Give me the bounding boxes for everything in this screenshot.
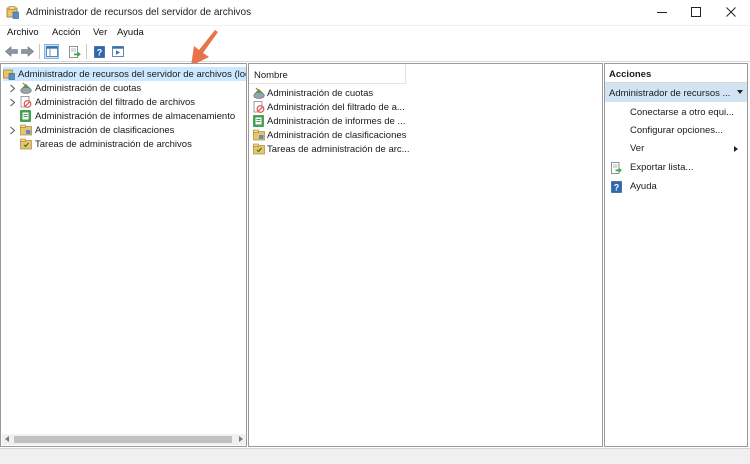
forward-button[interactable] <box>20 44 35 59</box>
minimize-icon <box>657 12 667 13</box>
toolbar-separator <box>39 44 40 59</box>
collapse-caret-icon <box>737 90 743 94</box>
close-button[interactable] <box>714 0 748 24</box>
actions-title: Acciones <box>605 64 747 83</box>
file-screen-icon <box>253 101 265 113</box>
list-item[interactable]: Administración de clasificaciones <box>253 128 406 142</box>
show-hide-console-tree-button[interactable] <box>44 44 59 59</box>
scroll-right-arrow-icon[interactable] <box>239 436 243 442</box>
action-view[interactable]: Ver <box>630 143 742 156</box>
tree-item-file-screen[interactable]: Administración del filtrado de archivos <box>20 95 195 109</box>
console-tree: Administrador de recursos del servidor d… <box>0 63 247 447</box>
toolbar: ? <box>0 41 750 62</box>
title-bar: Administrador de recursos del servidor d… <box>0 0 750 26</box>
file-server-icon <box>3 69 15 80</box>
action-pane-icon <box>111 46 124 57</box>
minimize-button[interactable] <box>645 0 679 24</box>
maximize-icon <box>691 7 701 17</box>
menu-bar: Archivo Acción Ver Ayuda <box>0 26 750 41</box>
forward-icon <box>21 46 34 57</box>
expand-chevron-icon[interactable] <box>9 126 16 135</box>
action-export-list[interactable]: Exportar lista... <box>630 162 693 175</box>
annotation-arrow-icon <box>191 30 218 66</box>
svg-text:?: ? <box>97 47 103 57</box>
storage-report-icon <box>20 110 31 122</box>
classification-icon <box>253 129 265 141</box>
menu-archivo[interactable]: Archivo <box>7 27 39 38</box>
menu-ayuda[interactable]: Ayuda <box>117 27 144 38</box>
export-list-icon <box>611 162 622 174</box>
actions-group-header[interactable]: Administrador de recursos ... <box>605 83 747 102</box>
tree-item-classification[interactable]: Administración de clasificaciones <box>20 123 174 137</box>
window-title: Administrador de recursos del servidor d… <box>26 7 252 18</box>
action-help[interactable]: Ayuda <box>630 181 657 194</box>
list-item[interactable]: Tareas de administración de arc... <box>253 142 410 156</box>
tree-item-storage-reports[interactable]: Administración de informes de almacenami… <box>20 109 235 123</box>
tree-item-label: Tareas de administración de archivos <box>35 138 192 150</box>
status-bar <box>0 448 750 464</box>
console-tree-icon <box>45 46 58 57</box>
list-item-label: Tareas de administración de arc... <box>267 143 410 155</box>
close-icon <box>726 7 736 17</box>
list-item-label: Administración de informes de ... <box>267 115 406 127</box>
help-icon: ? <box>611 181 622 193</box>
list-item[interactable]: Administración del filtrado de a... <box>253 100 405 114</box>
tree-item-file-tasks[interactable]: Tareas de administración de archivos <box>20 137 192 151</box>
expand-chevron-icon[interactable] <box>9 84 16 93</box>
list-item[interactable]: Administración de cuotas <box>253 86 373 100</box>
column-header-nombre[interactable]: Nombre <box>249 64 406 84</box>
expand-chevron-icon[interactable] <box>9 98 16 107</box>
tree-item-label: Administración de cuotas <box>35 82 142 94</box>
scroll-left-arrow-icon[interactable] <box>5 436 9 442</box>
action-view-label: Ver <box>630 143 645 154</box>
list-item-label: Administración de cuotas <box>267 87 374 99</box>
classification-icon <box>20 124 32 136</box>
file-server-app-icon <box>6 6 19 19</box>
actions-group-label: Administrador de recursos ... <box>609 88 731 99</box>
list-item-label: Administración de clasificaciones <box>267 129 407 141</box>
action-configure-options[interactable]: Configurar opciones... <box>630 125 723 138</box>
toolbar-separator <box>86 44 87 59</box>
action-pane-button[interactable] <box>110 44 125 59</box>
storage-report-icon <box>253 115 264 127</box>
list-item-label: Administración del filtrado de a... <box>267 101 405 113</box>
help-icon: ? <box>94 45 105 58</box>
file-tasks-icon <box>20 138 32 150</box>
tree-item-label: Administración de informes de almacenami… <box>35 110 236 122</box>
menu-ver[interactable]: Ver <box>93 27 107 38</box>
tree-item-quota[interactable]: Administración de cuotas <box>20 81 141 95</box>
export-list-icon <box>68 45 81 58</box>
svg-text:?: ? <box>614 183 620 193</box>
back-icon <box>5 46 18 57</box>
quota-icon <box>253 87 265 99</box>
tree-root-label: Administrador de recursos del servidor d… <box>18 68 247 80</box>
tree-root[interactable]: Administrador de recursos del servidor d… <box>3 67 247 81</box>
maximize-button[interactable] <box>679 0 713 24</box>
tree-horizontal-scrollbar[interactable] <box>2 434 246 445</box>
menu-accion[interactable]: Acción <box>52 27 81 38</box>
quota-icon <box>20 82 32 94</box>
list-item[interactable]: Administración de informes de ... <box>253 114 405 128</box>
submenu-arrow-icon <box>734 146 738 152</box>
back-button[interactable] <box>4 44 19 59</box>
file-screen-icon <box>20 96 32 108</box>
tree-item-label: Administración del filtrado de archivos <box>35 96 195 108</box>
tree-item-label: Administración de clasificaciones <box>35 124 175 136</box>
help-button[interactable]: ? <box>92 44 107 59</box>
actions-pane: Acciones Administrador de recursos ... C… <box>604 63 748 447</box>
action-connect-other-computer[interactable]: Conectarse a otro equi... <box>630 107 734 120</box>
file-tasks-icon <box>253 143 265 155</box>
results-list: Nombre Administración de cuotas Administ… <box>248 63 603 447</box>
scrollbar-thumb[interactable] <box>14 436 232 443</box>
export-list-button[interactable] <box>67 44 82 59</box>
